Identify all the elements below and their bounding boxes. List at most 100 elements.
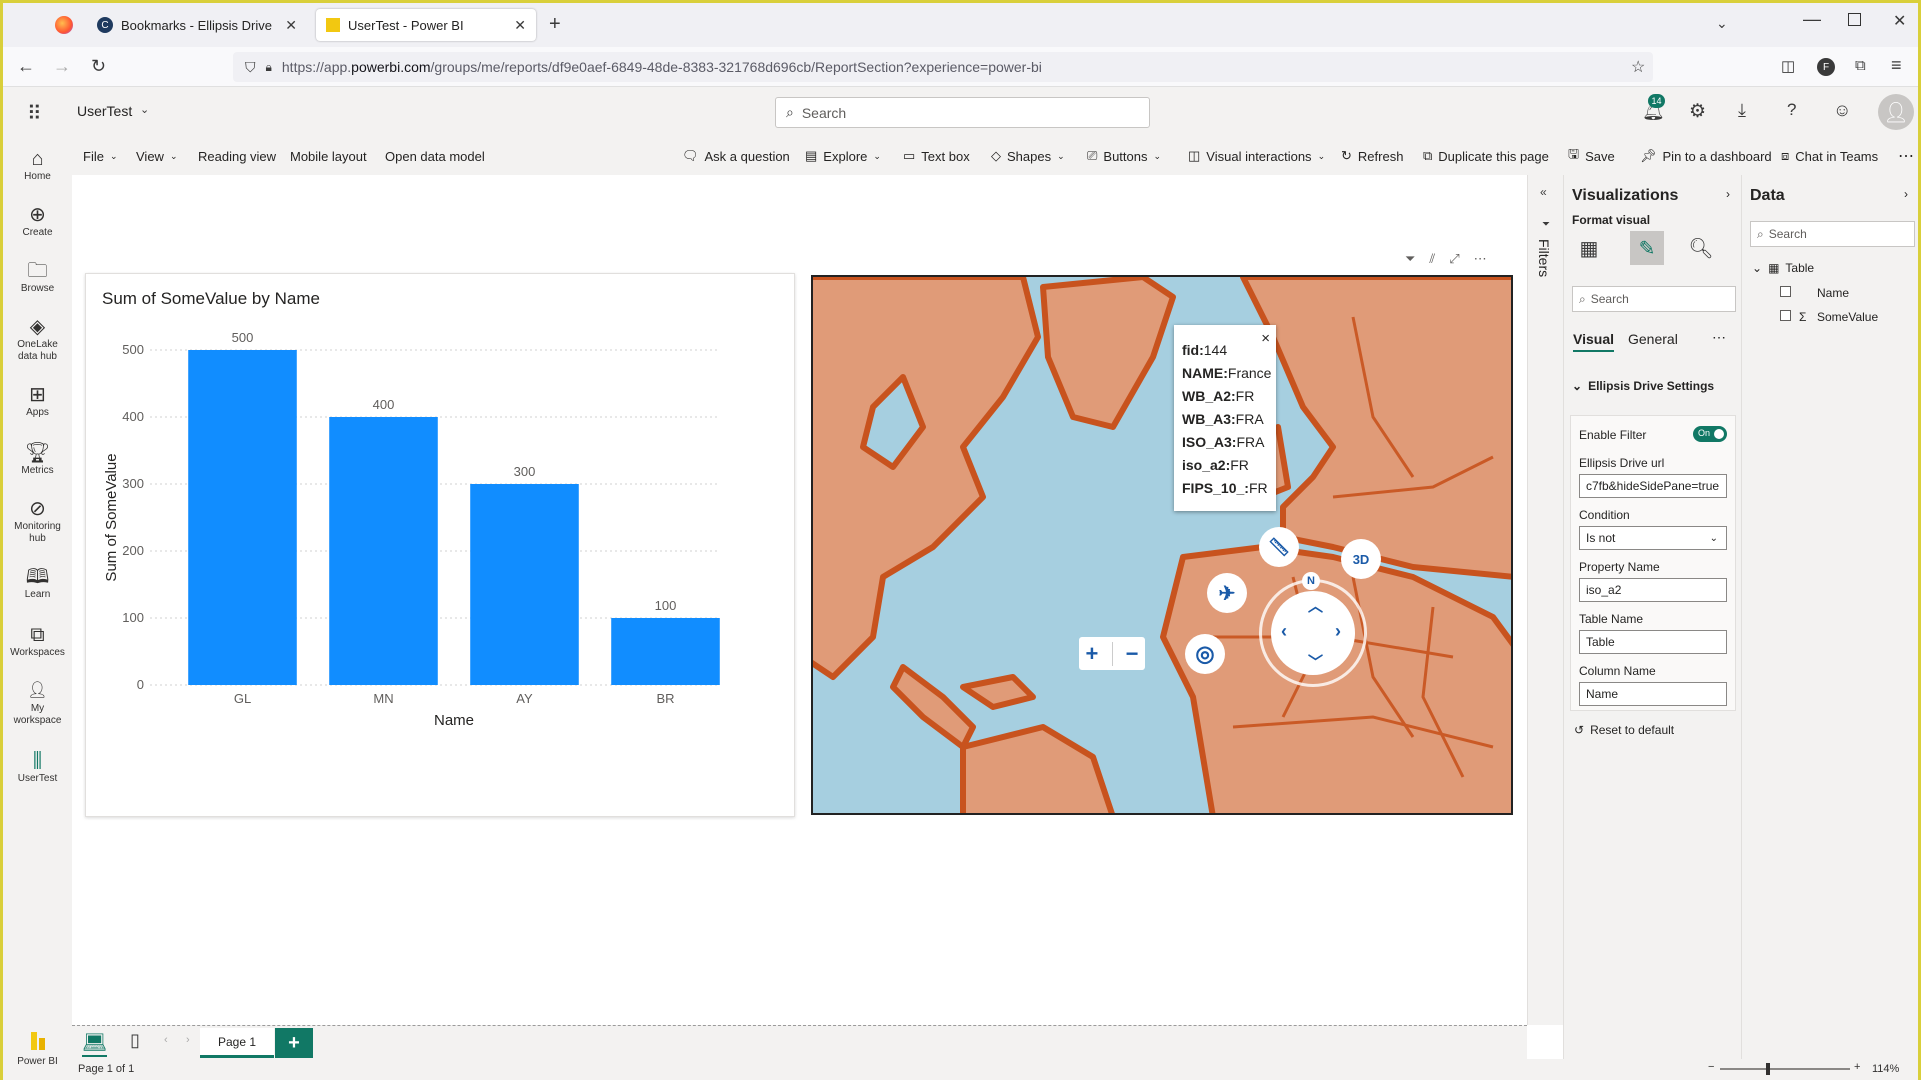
extensions-icon[interactable]: ⧉ <box>1855 57 1866 74</box>
visual-interactions-button[interactable]: ◫ Visual interactions ⌄ <box>1188 137 1325 175</box>
reset-button[interactable]: ↺ Reset to default <box>1574 723 1674 737</box>
filter-icon[interactable]: ⏷ <box>1405 251 1415 267</box>
view-menu[interactable]: View ⌄ <box>136 137 178 175</box>
zoom-out-icon[interactable]: − <box>1126 641 1139 667</box>
more-options-icon[interactable]: ⋯ <box>1712 329 1726 346</box>
next-page-icon[interactable]: › <box>186 1034 190 1046</box>
nav-workspaces[interactable]: ⧉ Workspaces <box>3 623 72 659</box>
collapse-chevron-icon[interactable]: › <box>1904 187 1908 201</box>
desktop-layout-icon[interactable]: 💻︎ <box>82 1030 108 1057</box>
app-launcher-icon[interactable]: ⠿ <box>27 101 42 126</box>
zoom-slider[interactable] <box>1720 1068 1850 1070</box>
save-button[interactable]: 🖫︎ Save <box>1568 137 1615 175</box>
pocket-icon[interactable]: ◫ <box>1781 57 1795 75</box>
mobile-layout-icon[interactable]: ▯ <box>130 1030 140 1051</box>
close-window-icon[interactable]: ✕ <box>1893 11 1906 31</box>
nav-my-workspace[interactable]: 👤︎ My workspace <box>3 679 72 727</box>
field-row[interactable]: Name <box>1780 286 1849 300</box>
prev-page-icon[interactable]: ‹ <box>164 1034 168 1046</box>
new-tab-icon[interactable]: + <box>549 13 561 36</box>
close-tab-icon[interactable]: ✕ <box>285 17 297 34</box>
bar[interactable] <box>188 350 297 685</box>
nav-usertest[interactable]: ⫼ UserTest <box>3 749 72 785</box>
nav-learn[interactable]: 🕮︎ Learn <box>3 565 72 601</box>
user-avatar[interactable]: 👤︎ <box>1878 94 1914 130</box>
field-checkbox[interactable] <box>1780 286 1791 297</box>
ask-question-button[interactable]: 🗨︎ Ask a question <box>682 137 790 175</box>
file-menu[interactable]: File ⌄ <box>83 137 118 175</box>
mobile-layout-button[interactable]: Mobile layout <box>290 137 367 175</box>
tab-power-bi[interactable]: UserTest - Power BI ✕ <box>316 9 536 41</box>
build-visual-icon[interactable]: ▦ <box>1574 233 1604 263</box>
buttons-button[interactable]: ⎚ Buttons ⌄ <box>1087 137 1161 175</box>
pin-dashboard-button[interactable]: 📌︎ Pin to a dashboard <box>1640 137 1772 175</box>
filters-pane-collapsed[interactable]: « ⏷ Filters <box>1527 175 1563 1025</box>
expand-chevron-icon[interactable]: « <box>1540 185 1547 199</box>
chevron-down-icon[interactable]: ⌄ <box>140 103 149 116</box>
shapes-button[interactable]: ◇ Shapes ⌄ <box>991 137 1065 175</box>
analytics-icon[interactable]: 🔍︎ <box>1686 233 1716 263</box>
address-bar[interactable]: ⛉ 🔒︎ https://app. powerbi.com/groups/me/r… <box>233 52 1653 82</box>
bar-chart-visual[interactable]: Sum of SomeValue by Name 0 100 200 300 400 500… <box>85 273 795 817</box>
menu-icon[interactable]: ≡ <box>1891 55 1902 76</box>
reading-view-button[interactable]: Reading view <box>198 137 276 175</box>
bookmark-star-icon[interactable]: ☆ <box>1631 57 1645 77</box>
tab-general[interactable]: General <box>1628 331 1678 347</box>
nav-browse[interactable]: 🗀︎ Browse <box>3 259 72 295</box>
flight-icon[interactable]: ✈ <box>1207 573 1247 613</box>
more-options-icon[interactable]: ⋯ <box>1898 137 1914 175</box>
workspace-title[interactable]: UserTest <box>77 103 132 119</box>
navigation-pad[interactable]: ︿ ﹀ ‹ › <box>1271 591 1355 675</box>
url-input[interactable]: c7fb&hideSidePane=true <box>1579 474 1727 498</box>
nav-apps[interactable]: ⊞ Apps <box>3 383 72 419</box>
open-data-model-button[interactable]: Open data model <box>385 137 485 175</box>
column-input[interactable]: Name <box>1579 682 1727 706</box>
viz-search-input[interactable]: ⌕ Search <box>1572 286 1736 312</box>
enable-filter-toggle[interactable]: On <box>1693 426 1727 442</box>
forward-icon[interactable]: → <box>53 56 71 77</box>
nav-create[interactable]: ⊕ Create <box>3 203 72 239</box>
page-tab[interactable]: Page 1 <box>200 1028 274 1058</box>
pan-down-icon[interactable]: ﹀ <box>1308 651 1323 672</box>
bar[interactable] <box>329 417 438 685</box>
explore-button[interactable]: ▤ Explore ⌄ <box>805 137 881 175</box>
back-icon[interactable]: ← <box>17 56 35 77</box>
3d-toggle-icon[interactable]: 3D <box>1341 539 1381 579</box>
field-checkbox[interactable] <box>1780 310 1791 321</box>
more-options-icon[interactable]: ⋯ <box>1474 251 1487 267</box>
refresh-button[interactable]: ↻ Refresh <box>1341 137 1403 175</box>
maximize-icon[interactable] <box>1848 13 1861 26</box>
zoom-in-icon[interactable]: + <box>1086 641 1099 667</box>
download-icon[interactable]: ⤓ <box>1738 100 1746 121</box>
tab-bookmarks[interactable]: C Bookmarks - Ellipsis Drive ✕ <box>87 9 307 41</box>
pan-right-icon[interactable]: › <box>1335 621 1341 642</box>
pan-up-icon[interactable]: ︿ <box>1308 595 1323 616</box>
drill-icon[interactable]: ⫽ <box>1429 251 1435 267</box>
chat-teams-button[interactable]: ⧈ Chat in Teams <box>1781 137 1878 175</box>
zoom-thumb[interactable] <box>1766 1063 1770 1075</box>
close-tab-icon[interactable]: ✕ <box>514 17 526 34</box>
data-search-input[interactable]: ⌕ Search <box>1750 221 1915 247</box>
map-visual[interactable]: + − ◎ ✈ 📏︎ 3D ︿ ﹀ ‹ › N <box>811 275 1513 815</box>
duplicate-page-button[interactable]: ⧉ Duplicate this page <box>1423 137 1549 175</box>
compass-north[interactable]: N <box>1302 572 1320 590</box>
add-page-icon[interactable]: + <box>275 1028 313 1058</box>
world-map[interactable] <box>813 277 1513 815</box>
pan-left-icon[interactable]: ‹ <box>1281 621 1287 642</box>
section-header[interactable]: ⌄ Ellipsis Drive Settings <box>1572 379 1714 393</box>
close-popup-icon[interactable]: × <box>1261 327 1270 350</box>
condition-select[interactable]: Is not ⌄ <box>1579 526 1727 550</box>
bar[interactable] <box>470 484 579 685</box>
ruler-icon[interactable]: 📏︎ <box>1259 527 1299 567</box>
nav-metrics[interactable]: 🏆︎ Metrics <box>3 441 72 477</box>
table-input[interactable]: Table <box>1579 630 1727 654</box>
profile-avatar[interactable]: F <box>1817 58 1835 76</box>
list-tabs-icon[interactable]: ⌄ <box>1716 15 1728 32</box>
format-paint-icon[interactable]: ✎ <box>1630 231 1664 265</box>
nav-home[interactable]: ⌂ Home <box>3 147 72 183</box>
reload-icon[interactable]: ↻ <box>91 56 106 77</box>
minimize-icon[interactable]: — <box>1803 9 1821 30</box>
zoom-in-icon[interactable]: + <box>1854 1061 1860 1073</box>
powerbi-brand[interactable]: Power BI <box>3 1032 72 1068</box>
tab-visual[interactable]: Visual <box>1573 331 1614 352</box>
